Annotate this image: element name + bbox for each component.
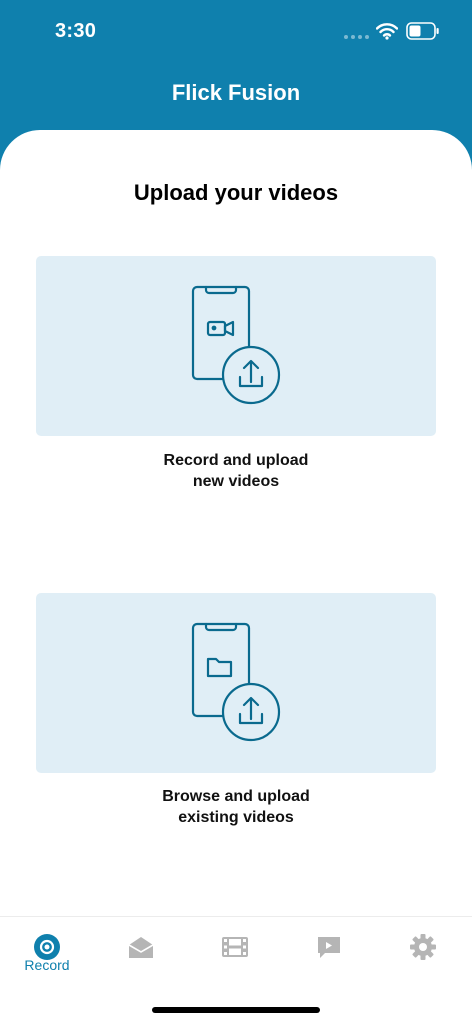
cellular-signal-icon — [344, 35, 369, 39]
record-upload-card[interactable] — [36, 256, 436, 436]
tab-settings[interactable] — [376, 917, 470, 987]
status-time: 3:30 — [55, 20, 97, 42]
gear-icon — [410, 934, 436, 960]
tab-record[interactable]: Record — [0, 917, 94, 987]
page-heading: Upload your videos — [133, 180, 339, 205]
battery-icon — [406, 22, 439, 40]
tab-videos[interactable] — [188, 917, 282, 987]
inbox-icon — [128, 937, 154, 958]
app-screen: 3:30 Flick Fusion Upload your videos Rec… — [0, 0, 472, 1024]
phone-video-upload-icon — [191, 285, 281, 405]
tab-messages[interactable] — [282, 917, 376, 987]
phone-folder-upload-icon — [191, 622, 281, 742]
wifi-icon — [376, 23, 398, 40]
tab-inbox[interactable] — [94, 917, 188, 987]
home-indicator — [152, 1007, 320, 1013]
browse-upload-card[interactable] — [36, 593, 436, 773]
app-title: Flick Fusion — [171, 80, 301, 105]
film-icon — [222, 937, 248, 957]
tab-record-label: Record — [24, 957, 70, 973]
browse-upload-label: Browse and upload existing videos — [162, 788, 310, 826]
chat-icon — [318, 937, 340, 958]
record-upload-label: Record and upload new videos — [163, 452, 309, 490]
